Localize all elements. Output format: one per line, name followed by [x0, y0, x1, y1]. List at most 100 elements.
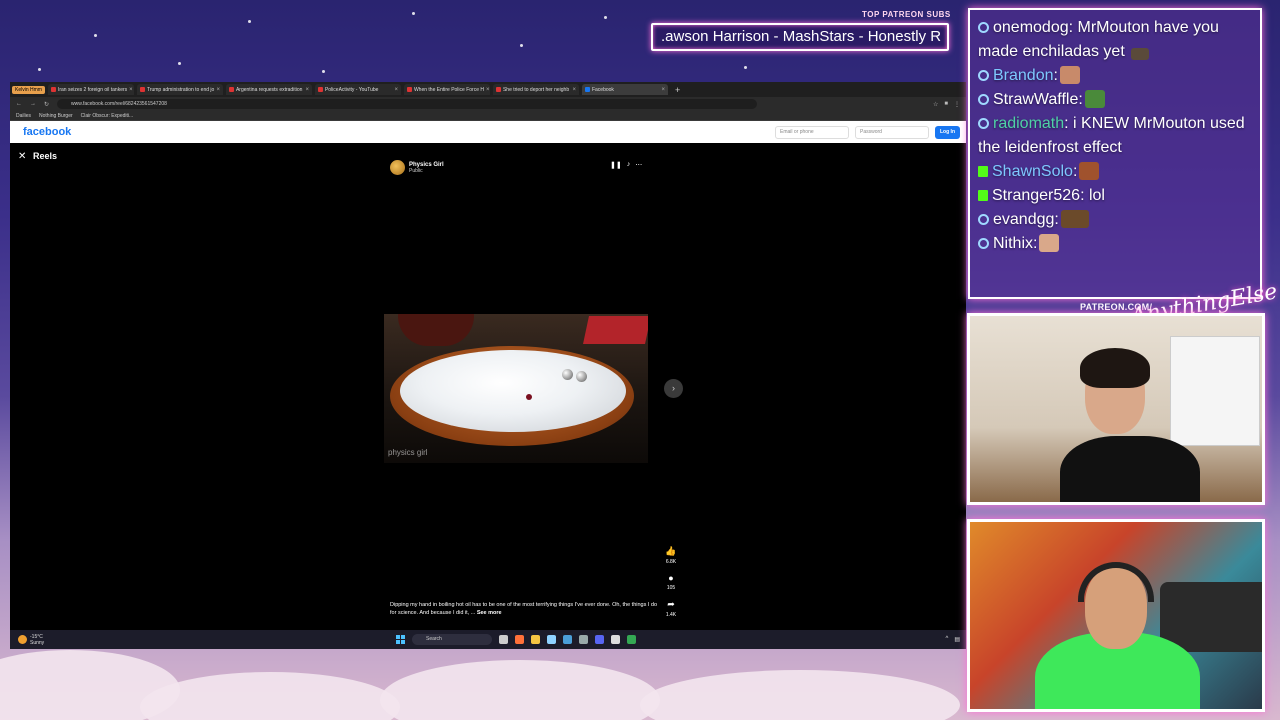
- chat-badge-icon: [978, 118, 989, 129]
- emote-icon: [1079, 162, 1100, 180]
- browser-tab[interactable]: Trump administration to end jo ×: [136, 84, 223, 95]
- star: [412, 12, 415, 15]
- reload-icon[interactable]: ↻: [44, 101, 49, 108]
- weather-widget[interactable]: -15°C Sunny: [10, 634, 44, 646]
- tab-label: She tried to deport her neighb: [502, 86, 570, 93]
- cloud-shape: [140, 672, 400, 720]
- reel-video[interactable]: physics girl: [384, 314, 648, 463]
- youtube-icon: [495, 87, 501, 92]
- firefox-icon[interactable]: [515, 635, 524, 644]
- bookmark-item[interactable]: Dailies: [16, 113, 31, 119]
- comment-count: 105: [666, 585, 676, 591]
- task-view-icon[interactable]: [499, 635, 508, 644]
- chat-badge-icon: [978, 70, 989, 81]
- bottle-shape: [398, 314, 474, 346]
- browser-tab[interactable]: When the Entire Police Force H ×: [403, 84, 490, 95]
- share-count: 1.4K: [665, 612, 677, 618]
- comment-icon[interactable]: ●: [668, 573, 673, 583]
- network-icon[interactable]: ▤: [954, 636, 960, 643]
- chat-username: ShawnSolo: [992, 163, 1073, 180]
- red-droplet: [526, 394, 532, 400]
- like-icon[interactable]: 👍: [665, 546, 676, 557]
- password-field[interactable]: Password: [855, 125, 929, 139]
- youtube-icon: [317, 87, 323, 92]
- pause-icon[interactable]: ❚❚: [610, 161, 622, 169]
- bookmark-item[interactable]: Clair Obscur: Expediti...: [81, 113, 134, 119]
- webcam-streamer-2: [967, 519, 1265, 712]
- close-icon[interactable]: ×: [305, 87, 309, 93]
- webcam-streamer-1: [967, 313, 1265, 505]
- oil-droplet: [576, 371, 587, 382]
- cloud-shape: [380, 660, 660, 720]
- close-icon[interactable]: ×: [216, 87, 220, 93]
- chevron-up-icon[interactable]: ^: [946, 636, 949, 643]
- windows-start-icon[interactable]: [396, 635, 405, 644]
- browser-tab[interactable]: PoliceActivity - YouTube ×: [314, 84, 401, 95]
- steam-icon[interactable]: [563, 635, 572, 644]
- login-button[interactable]: Log In: [935, 125, 960, 139]
- menu-icon[interactable]: ⋮: [954, 101, 960, 108]
- app-icon[interactable]: [579, 635, 588, 644]
- tab-label: Trump administration to end jo: [146, 86, 215, 93]
- author-name[interactable]: Physics Girl: [409, 162, 444, 168]
- bookmark-item[interactable]: Nothing Burger: [39, 113, 73, 119]
- avatar[interactable]: [390, 160, 405, 175]
- back-icon[interactable]: ←: [16, 101, 22, 107]
- obs-icon[interactable]: [611, 635, 620, 644]
- youtube-icon: [228, 87, 234, 92]
- red-object: [583, 316, 648, 344]
- photos-icon[interactable]: [547, 635, 556, 644]
- close-icon[interactable]: ×: [572, 87, 576, 93]
- discord-icon[interactable]: [595, 635, 604, 644]
- person: [1030, 562, 1200, 709]
- browser-tab[interactable]: Argentina requests extradition ×: [225, 84, 312, 95]
- chat-badge-icon: [978, 94, 989, 105]
- close-icon[interactable]: ×: [486, 87, 490, 93]
- emote-icon: [1084, 90, 1105, 108]
- more-icon[interactable]: ⋯: [635, 161, 642, 169]
- browser-tab[interactable]: She tried to deport her neighb ×: [492, 84, 579, 95]
- tab-label: Iran seizes 2 foreign oil tankers: [57, 86, 128, 93]
- star: [604, 16, 607, 19]
- browser-tab-active[interactable]: Facebook ×: [581, 84, 668, 95]
- extensions-icon[interactable]: ■: [944, 101, 948, 108]
- emote-icon: [1060, 210, 1089, 228]
- email-field[interactable]: Email or phone: [775, 125, 849, 139]
- next-reel-button[interactable]: ›: [664, 379, 683, 398]
- close-icon[interactable]: ×: [661, 87, 665, 93]
- chat-username: Stranger526: [992, 187, 1081, 204]
- chat-message: Stranger526: lol: [978, 184, 1252, 208]
- star: [744, 66, 747, 69]
- volume-icon[interactable]: ♪: [627, 161, 631, 169]
- reel-author[interactable]: Physics Girl Public: [390, 160, 444, 175]
- forward-icon[interactable]: →: [30, 101, 36, 107]
- new-tab-icon[interactable]: +: [671, 85, 680, 95]
- kick-badge-icon: [978, 190, 988, 201]
- browser-window: Kelvin Hmm Iran seizes 2 foreign oil tan…: [10, 82, 966, 649]
- youtube-icon: [50, 87, 56, 92]
- tab-label: Argentina requests extradition: [235, 86, 303, 93]
- close-icon[interactable]: ×: [394, 87, 398, 93]
- chrome-icon[interactable]: [627, 635, 636, 644]
- close-icon[interactable]: ✕: [18, 151, 26, 162]
- address-bar[interactable]: www.facebook.com/reel/682423561547208: [57, 99, 758, 109]
- see-more-link[interactable]: See more: [477, 610, 502, 616]
- facebook-logo[interactable]: facebook: [23, 126, 71, 138]
- chat-username: Nithix: [993, 235, 1034, 252]
- file-explorer-icon[interactable]: [531, 635, 540, 644]
- star: [322, 70, 325, 73]
- star: [248, 20, 251, 23]
- browser-tab[interactable]: Iran seizes 2 foreign oil tankers ×: [47, 84, 134, 95]
- star: [38, 68, 41, 71]
- ticker-label: TOP PATREON SUBS: [862, 10, 951, 19]
- chat-username: StrawWaffle: [993, 91, 1079, 108]
- person: [1060, 348, 1200, 502]
- tab-group-label[interactable]: Kelvin Hmm: [12, 85, 45, 94]
- close-icon[interactable]: ×: [129, 87, 133, 93]
- kick-badge-icon: [978, 166, 988, 177]
- author-visibility: Public: [409, 167, 423, 174]
- share-icon[interactable]: ➦: [667, 599, 675, 610]
- taskbar-search[interactable]: Search: [412, 634, 492, 645]
- chat-username: radiomath: [993, 115, 1065, 132]
- bookmark-star-icon[interactable]: ☆: [933, 101, 938, 108]
